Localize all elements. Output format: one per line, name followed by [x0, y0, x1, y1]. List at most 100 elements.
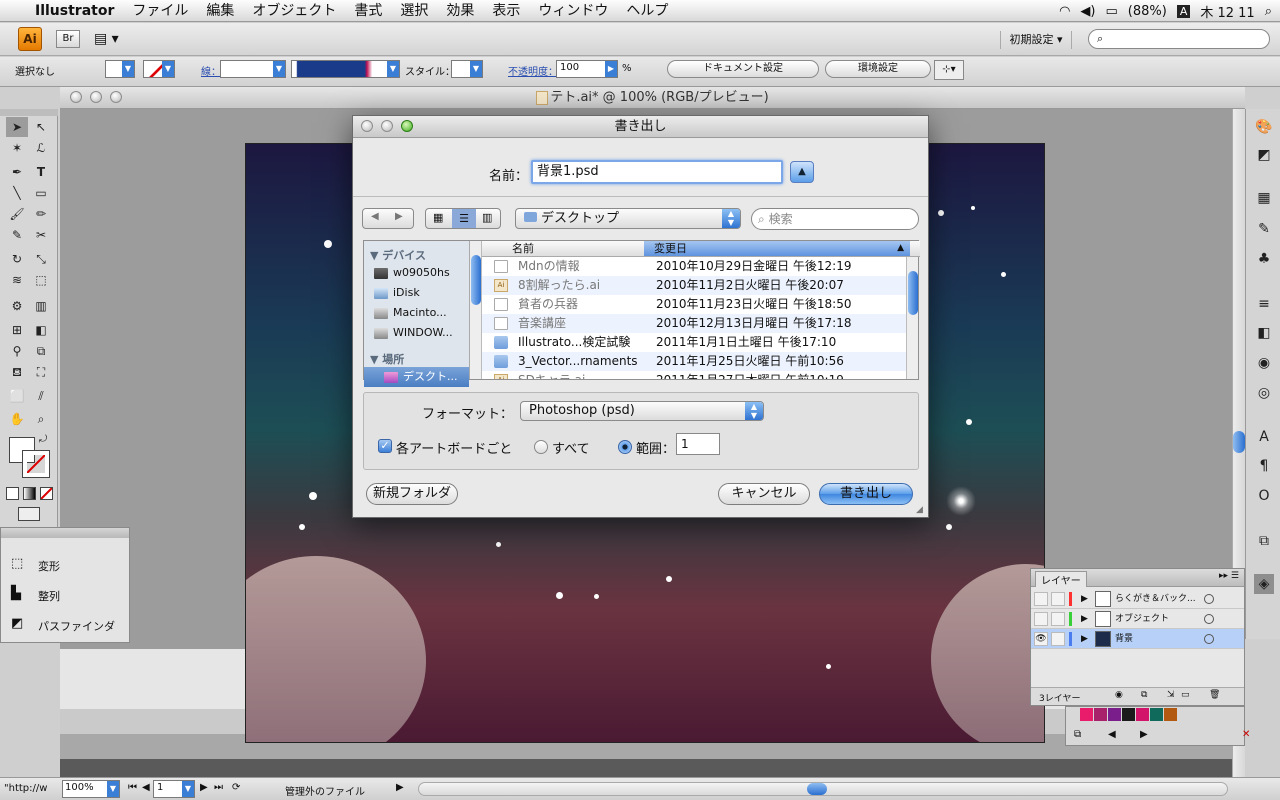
symbol-sprayer-tool-icon[interactable]: ⚙: [6, 296, 28, 316]
opacity-field[interactable]: 100 ▶: [556, 60, 618, 78]
target-circle-icon[interactable]: [1204, 614, 1214, 624]
layers-tab[interactable]: レイヤー: [1035, 571, 1087, 587]
menu-effect[interactable]: 効果: [437, 0, 483, 22]
live-paint-tool-icon[interactable]: ⛾: [6, 362, 28, 382]
range-radio[interactable]: [618, 440, 632, 454]
hand-tool-icon[interactable]: ✋: [6, 409, 28, 429]
scissors-tool-icon[interactable]: ✂: [30, 225, 52, 245]
swatches-panel-icon[interactable]: ▦: [1254, 188, 1274, 208]
horizontal-scroll-thumb[interactable]: [807, 783, 827, 795]
menu-object[interactable]: オブジェクト: [243, 0, 345, 22]
dialog-close-button[interactable]: [361, 120, 373, 132]
menu-file[interactable]: ファイル: [123, 0, 197, 22]
appearance-panel-icon[interactable]: ◎: [1254, 383, 1274, 403]
eye-icon[interactable]: 👁: [1034, 632, 1048, 646]
file-list-scroll-thumb[interactable]: [908, 271, 918, 315]
new-sublayer-icon[interactable]: ⇲: [1167, 690, 1175, 700]
layer-name[interactable]: 背景: [1115, 629, 1133, 649]
sidebar-scrollbar[interactable]: [470, 241, 482, 379]
disclosure-triangle-icon[interactable]: ▶: [1081, 589, 1088, 609]
type-tool-icon[interactable]: T: [30, 162, 52, 182]
menu-edit[interactable]: 編集: [197, 0, 243, 22]
horizontal-scrollbar[interactable]: [418, 782, 1228, 796]
transform-panel-label[interactable]: 変形: [38, 558, 60, 574]
cancel-button[interactable]: キャンセル: [718, 483, 810, 505]
sidebar-item-windows[interactable]: WINDOW...: [374, 323, 470, 343]
paragraph-panel-icon[interactable]: ¶: [1254, 456, 1274, 476]
direct-selection-tool-icon[interactable]: ↖: [30, 117, 52, 137]
swatch[interactable]: [1108, 708, 1121, 721]
make-clipping-mask-icon[interactable]: ⧉: [1141, 690, 1147, 700]
workspace-switcher[interactable]: 初期設定 ▾: [1000, 31, 1072, 49]
expand-dialog-button[interactable]: ▲: [790, 161, 814, 183]
sidebar-section-devices[interactable]: ▼ デバイス: [370, 247, 426, 263]
live-paint-selection-tool-icon[interactable]: ⛶: [30, 362, 52, 382]
lock-toggle[interactable]: [1051, 592, 1065, 606]
each-artboard-checkbox[interactable]: ✓: [378, 439, 392, 453]
sidebar-item-idisk[interactable]: iDisk: [374, 283, 470, 303]
vertical-scroll-thumb[interactable]: [1233, 431, 1245, 453]
pen-tool-icon[interactable]: ✒: [6, 162, 28, 182]
help-search-input[interactable]: ⌕: [1088, 29, 1270, 49]
delete-layer-icon[interactable]: 🗑: [1209, 690, 1220, 700]
battery-icon[interactable]: ▭: [1105, 4, 1117, 19]
target-circle-icon[interactable]: [1204, 594, 1214, 604]
file-row[interactable]: Illustrato...検定試験 2011年1月1日土曜日 午後17:10: [482, 333, 912, 352]
swatch[interactable]: [1150, 708, 1163, 721]
prev-artboard-icon[interactable]: ◀: [142, 782, 150, 793]
opacity-label[interactable]: 不透明度：: [508, 63, 558, 78]
warp-tool-icon[interactable]: ≋: [6, 270, 28, 290]
file-row[interactable]: 3_Vector...rnaments 2011年1月25日火曜日 午前10:56: [482, 352, 912, 371]
all-radio-label[interactable]: すべて: [552, 438, 590, 457]
format-dropdown[interactable]: Photoshop (psd) ▲ ▼: [520, 401, 764, 421]
none-mode-button[interactable]: [40, 487, 53, 500]
menu-app-name[interactable]: Illustrator: [26, 0, 123, 22]
preferences-button[interactable]: 環境設定: [825, 60, 931, 78]
menu-clock[interactable]: 木 12 11: [1200, 2, 1254, 21]
column-view-icon[interactable]: ▥: [482, 211, 492, 224]
transform-icon[interactable]: ⬚: [11, 556, 23, 571]
all-radio[interactable]: [534, 440, 548, 454]
document-setup-button[interactable]: ドキュメント設定: [667, 60, 819, 78]
gradient-tool-icon[interactable]: ◧: [30, 320, 52, 340]
sidebar-section-places[interactable]: ▼ 場所: [370, 351, 404, 367]
rectangle-tool-icon[interactable]: ▭: [30, 183, 52, 203]
lock-toggle[interactable]: [1051, 632, 1065, 646]
layers-panel-icon[interactable]: ◈: [1254, 574, 1274, 594]
blob-brush-tool-icon[interactable]: ✎: [6, 225, 28, 245]
range-label[interactable]: 範囲：: [636, 438, 675, 457]
free-transform-tool-icon[interactable]: ⬚: [30, 270, 52, 290]
file-row[interactable]: 音楽講座 2010年12月13日月曜日 午後17:18: [482, 314, 912, 333]
visibility-toggle[interactable]: [1034, 612, 1048, 626]
color-guide-icon[interactable]: ◩: [1254, 145, 1274, 165]
symbols-panel-icon[interactable]: ♣: [1254, 249, 1274, 269]
swatch[interactable]: [1164, 708, 1177, 721]
file-row[interactable]: Mdnの情報 2010年10月29日金曜日 午後12:19: [482, 257, 912, 276]
align-panel-label[interactable]: 整列: [38, 588, 60, 604]
filename-input[interactable]: 背景1.psd: [531, 160, 783, 184]
ai-badge[interactable]: Ai: [18, 27, 42, 51]
doc-zoom-button[interactable]: [110, 91, 122, 103]
new-folder-button[interactable]: 新規フォルダ: [366, 483, 458, 505]
mesh-tool-icon[interactable]: ⊞: [6, 320, 28, 340]
pencil-tool-icon[interactable]: ✏: [30, 204, 52, 224]
tools-panel-grip[interactable]: [0, 109, 58, 116]
list-view-icon[interactable]: ☰: [452, 209, 476, 228]
sidebar-item-macintosh[interactable]: Macinto...: [374, 303, 470, 323]
paintbrush-tool-icon[interactable]: 🖌: [6, 204, 28, 224]
slice-tool-icon[interactable]: ⫽: [30, 386, 52, 406]
stroke-color-dropdown[interactable]: ▼: [143, 60, 175, 78]
stroke-swatch[interactable]: [22, 450, 50, 478]
first-artboard-icon[interactable]: ⏮: [128, 782, 137, 793]
opentype-panel-icon[interactable]: O: [1254, 486, 1274, 506]
disclosure-triangle-icon[interactable]: ▶: [1081, 629, 1088, 649]
location-dropdown[interactable]: デスクトップ ▲ ▼: [515, 208, 741, 229]
arrange-documents-icon[interactable]: ▤ ▾: [94, 29, 128, 49]
character-panel-icon[interactable]: A: [1254, 427, 1274, 447]
zoom-dropdown[interactable]: 100% ▼: [62, 780, 120, 798]
locate-object-icon[interactable]: ◉: [1115, 690, 1123, 700]
new-layer-icon[interactable]: ▭: [1181, 690, 1190, 700]
align-icon[interactable]: ▙: [11, 586, 21, 601]
menu-type[interactable]: 書式: [345, 0, 391, 22]
range-input[interactable]: 1: [676, 433, 720, 455]
